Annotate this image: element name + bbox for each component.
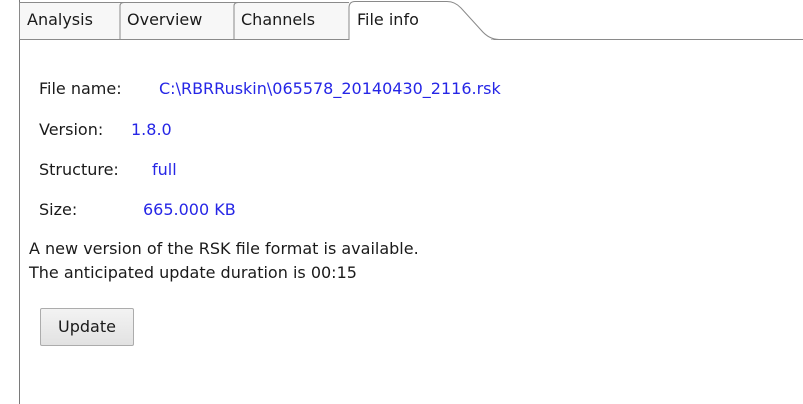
tab-bar: Analysis Overview Channels File info <box>19 0 803 40</box>
size-label: Size: <box>39 200 78 219</box>
size-row: Size: 665.000 KB <box>39 199 236 221</box>
file-name-row: File name: C:\RBRRuskin\065578_20140430_… <box>39 78 501 100</box>
file-name-value: C:\RBRRuskin\065578_20140430_2116.rsk <box>159 79 501 98</box>
tab-overview[interactable]: Overview <box>127 10 202 30</box>
update-duration-notice: The anticipated update duration is 00:15 <box>29 263 357 282</box>
file-info-panel: Analysis Overview Channels File info Fil… <box>0 0 803 404</box>
structure-value: full <box>152 160 177 179</box>
file-name-label: File name: <box>39 79 122 98</box>
tab-file-info[interactable]: File info <box>357 10 419 30</box>
structure-label: Structure: <box>39 160 119 179</box>
structure-row: Structure: full <box>39 159 177 181</box>
tab-channels[interactable]: Channels <box>241 10 315 30</box>
update-button[interactable]: Update <box>40 308 134 346</box>
tab-analysis[interactable]: Analysis <box>27 10 93 30</box>
version-label: Version: <box>39 120 104 139</box>
file-info-content: File name: C:\RBRRuskin\065578_20140430_… <box>19 40 803 404</box>
size-value: 665.000 KB <box>143 200 236 219</box>
version-row: Version: 1.8.0 <box>39 119 172 141</box>
version-value: 1.8.0 <box>131 120 172 139</box>
format-update-notice: A new version of the RSK file format is … <box>29 239 419 258</box>
